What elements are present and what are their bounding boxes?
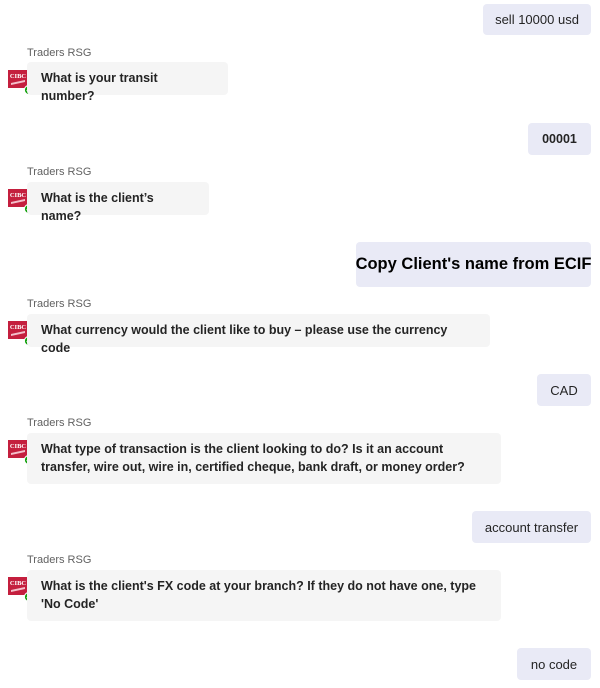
- svg-text:CIBC: CIBC: [10, 192, 27, 199]
- user-message: CAD: [537, 374, 591, 406]
- svg-text:CIBC: CIBC: [10, 443, 27, 450]
- bot-message: What is the client's FX code at your bra…: [27, 570, 501, 621]
- bot-sender-name: Traders RSG: [27, 47, 92, 59]
- user-message: 00001: [528, 123, 591, 155]
- user-message: sell 10000 usd: [483, 4, 591, 35]
- bot-sender-name: Traders RSG: [27, 166, 92, 178]
- bot-message: What currency would the client like to b…: [27, 314, 490, 355]
- bot-message: What is your transit number?: [27, 62, 228, 103]
- bot-sender-name: Traders RSG: [27, 298, 92, 310]
- bot-sender-name: Traders RSG: [27, 554, 92, 566]
- user-message: no code: [517, 648, 591, 680]
- bot-message: What type of transaction is the client l…: [27, 433, 501, 484]
- user-message: account transfer: [472, 511, 591, 543]
- svg-text:CIBC: CIBC: [10, 324, 27, 331]
- bot-sender-name: Traders RSG: [27, 417, 92, 429]
- svg-text:CIBC: CIBC: [10, 73, 27, 80]
- bot-message: What is the client’s name?: [27, 182, 209, 223]
- svg-text:CIBC: CIBC: [10, 580, 27, 587]
- user-message: Copy Client's name from ECIF: [356, 242, 591, 287]
